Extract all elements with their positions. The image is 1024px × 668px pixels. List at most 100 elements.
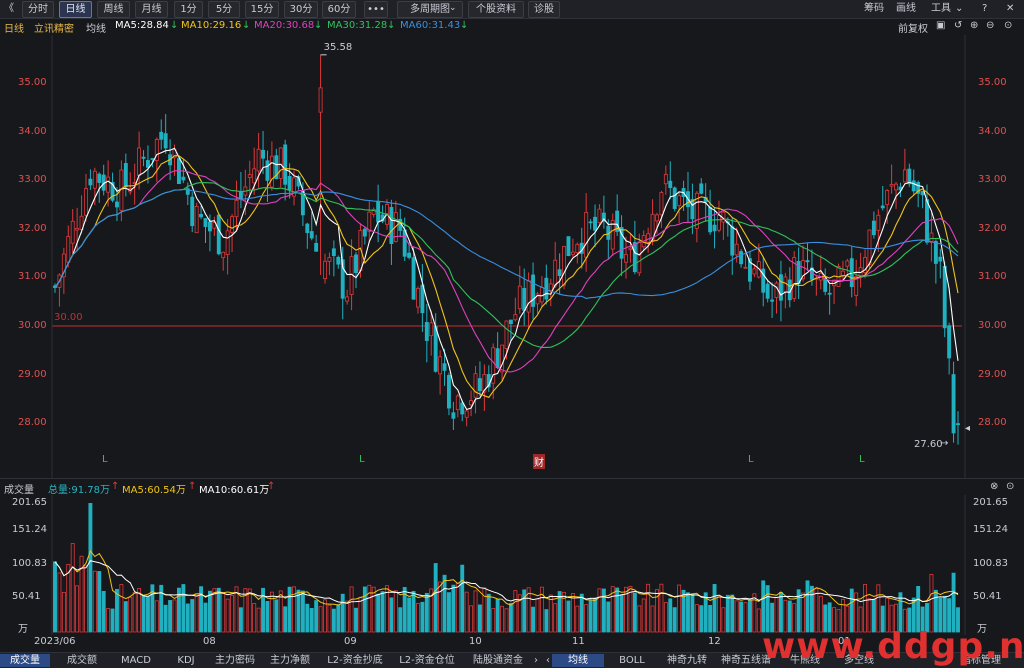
volume-header: 成交量 总量:91.78万 ↑ MA5:60.54万 ↑ MA10:60.61万… — [0, 478, 1024, 496]
volume-bar — [283, 606, 288, 633]
candle — [212, 216, 217, 237]
candle — [858, 252, 863, 288]
period-button-7[interactable]: 30分 — [284, 1, 318, 18]
volume-bar — [756, 608, 761, 633]
volume-bar — [287, 586, 292, 633]
period-button-12[interactable]: 诊股 — [528, 1, 560, 18]
candle — [451, 401, 456, 430]
ma60-value: MA60:31.43 — [400, 20, 461, 31]
close-volume-icon[interactable]: ⊗ — [990, 481, 998, 492]
ma-label[interactable]: 均线 — [86, 20, 106, 35]
scroll-left-icon[interactable]: ‹ — [543, 654, 553, 667]
overlay-tab[interactable]: 神奇九转 — [662, 654, 712, 667]
volume-bar — [247, 588, 252, 633]
overlay-tab[interactable]: BOLL — [608, 654, 656, 667]
zoom-out-icon[interactable]: ⊖ — [986, 20, 994, 31]
close-icon[interactable]: ✕ — [1006, 1, 1014, 16]
period-button-4[interactable]: 1分 — [174, 1, 203, 18]
tools-arrow-icon[interactable]: ⌄ — [955, 1, 963, 16]
candle — [101, 164, 106, 196]
volume-bar — [672, 607, 677, 633]
volume-bar — [380, 591, 385, 633]
undo-icon[interactable]: ↺ — [954, 20, 962, 31]
low-point-marker: L — [359, 454, 365, 465]
candle — [230, 214, 235, 253]
indicator-tab[interactable]: 成交量 — [0, 654, 50, 667]
date-label: 10 — [469, 636, 482, 647]
tools-button[interactable]: 工具 — [931, 1, 951, 16]
period-button-5[interactable]: 5分 — [208, 1, 240, 18]
volume-bar — [358, 596, 363, 633]
period-button-2[interactable]: 周线 — [97, 1, 130, 18]
current-price-marker-icon: ◂ — [965, 423, 971, 434]
period-button-3[interactable]: 月线 — [135, 1, 168, 18]
candle — [354, 252, 358, 289]
help-icon[interactable]: ? — [982, 1, 987, 16]
indicator-tab[interactable]: L2-资金仓位 — [392, 654, 462, 667]
candle — [473, 365, 478, 414]
candlestick-chart[interactable] — [0, 35, 1024, 478]
indicator-tab[interactable]: 成交额 — [56, 654, 108, 667]
back-icon[interactable]: 《 — [4, 1, 14, 16]
volume-bar — [367, 584, 372, 633]
volume-chart[interactable] — [0, 495, 1024, 635]
candle — [128, 172, 133, 195]
overlay-tab[interactable]: 均线 — [552, 654, 604, 667]
candle — [933, 239, 938, 284]
volume-bar — [721, 607, 726, 633]
candle — [699, 178, 704, 195]
period-button-11[interactable]: 个股资料 — [468, 1, 524, 18]
candle — [203, 218, 208, 244]
settings-icon[interactable]: ▣ — [936, 20, 945, 31]
volume-bar — [677, 584, 682, 633]
volume-bar — [203, 602, 208, 633]
scroll-right-icon[interactable]: › — [531, 654, 541, 667]
indicator-tab[interactable]: 主力净额 — [262, 654, 318, 667]
candle — [725, 217, 730, 237]
period-button-1[interactable]: 日线 — [59, 1, 92, 18]
candle — [606, 219, 611, 260]
candle — [871, 211, 876, 239]
volume-bar — [212, 588, 217, 633]
adjust-label[interactable]: 前复权 — [898, 20, 928, 35]
period-button-8[interactable]: 60分 — [322, 1, 356, 18]
indicator-tab[interactable]: MACD — [111, 654, 161, 667]
volume-bar — [544, 609, 549, 633]
multi-period-arrow-icon[interactable]: ⌄ — [449, 1, 457, 16]
candle — [323, 253, 327, 284]
ma5-up-icon: ↑ — [188, 481, 197, 492]
candle — [907, 163, 912, 188]
indicator-tab[interactable]: KDJ — [164, 654, 208, 667]
more-volume-icon[interactable]: ⊙ — [1006, 481, 1014, 492]
ma30-down-icon: ↓ — [387, 20, 396, 31]
volume-bar — [615, 587, 620, 633]
volume-bar — [354, 607, 358, 633]
volume-bar — [61, 591, 66, 633]
volume-bar — [504, 608, 509, 633]
volume-bar — [500, 605, 505, 633]
period-button-0[interactable]: 分时 — [22, 1, 54, 18]
candle — [570, 238, 575, 257]
indicator-tab[interactable]: 主力密码 — [211, 654, 259, 667]
candle — [805, 243, 810, 271]
volume-bar — [53, 561, 57, 633]
volume-bar — [194, 593, 199, 633]
candle — [624, 236, 628, 279]
candle — [717, 200, 721, 233]
draw-line-button[interactable]: 画线 — [896, 1, 916, 16]
chip-button[interactable]: 筹码 — [864, 1, 884, 16]
volume-bar — [650, 605, 655, 633]
ma5-value: MA5:28.84 — [115, 20, 169, 31]
period-button-9[interactable]: ••• — [364, 1, 388, 18]
volume-bar — [447, 592, 451, 633]
period-button-6[interactable]: 15分 — [245, 1, 279, 18]
low-label: 27.60 — [914, 439, 943, 450]
candle — [672, 186, 677, 212]
volume-bar — [57, 572, 62, 633]
zoom-in-icon[interactable]: ⊕ — [970, 20, 978, 31]
candle — [761, 256, 766, 307]
more-icon[interactable]: ⊙ — [1004, 20, 1012, 31]
indicator-tab[interactable]: L2-资金抄底 — [322, 654, 388, 667]
indicator-tab[interactable]: 陆股通资金 — [466, 654, 530, 667]
candle — [721, 209, 726, 240]
